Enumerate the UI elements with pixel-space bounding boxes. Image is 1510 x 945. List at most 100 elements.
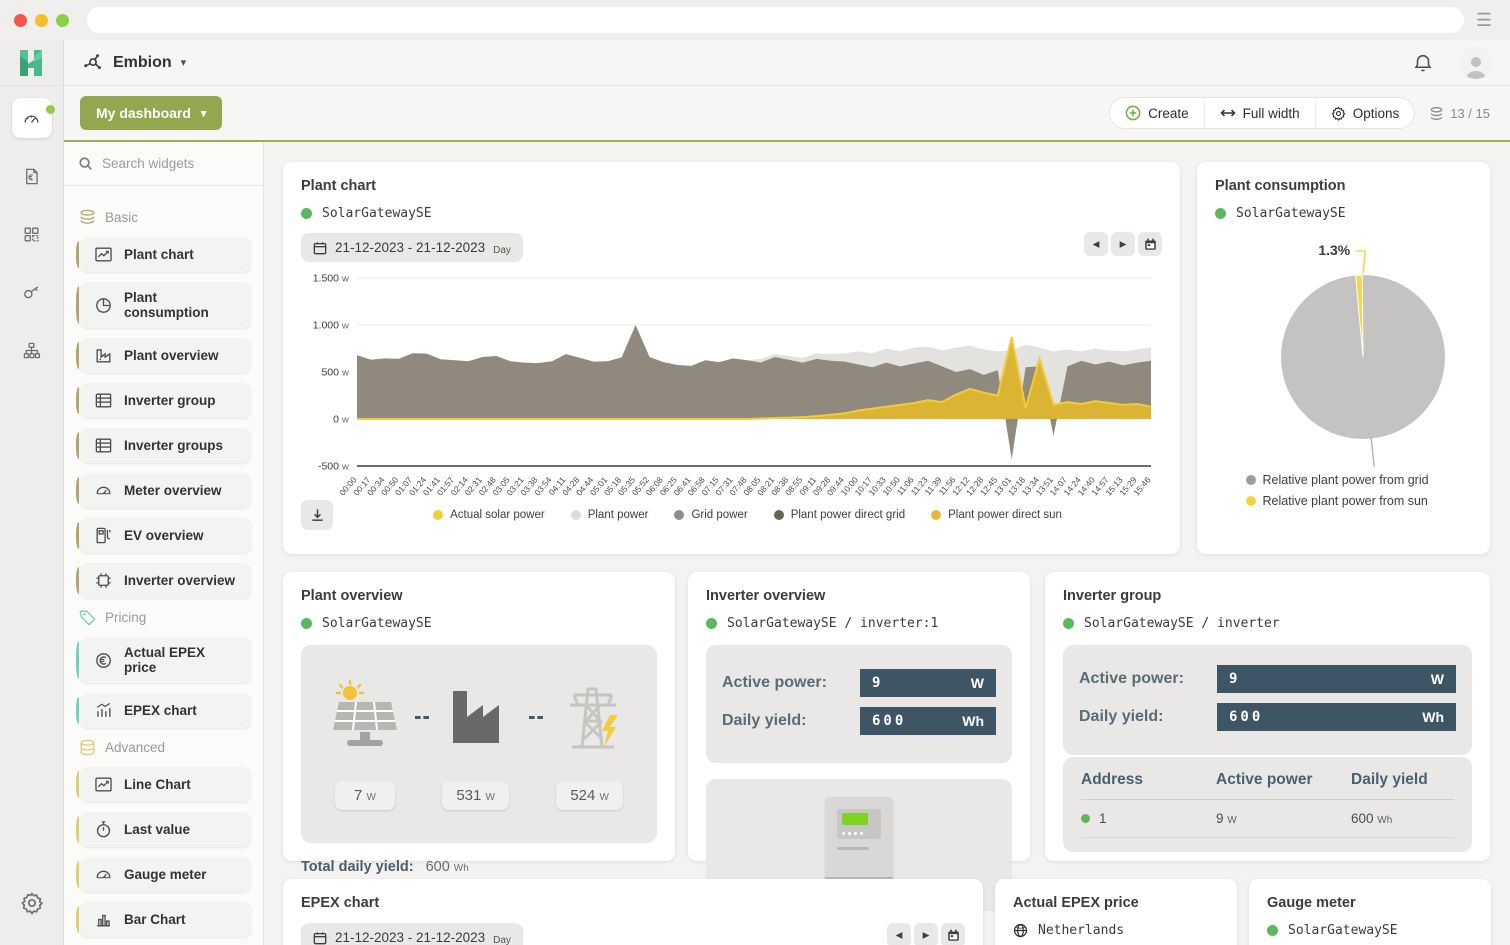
widgets-rail-item[interactable] <box>12 214 52 254</box>
legend-item-grid-power[interactable]: Grid power <box>674 509 747 521</box>
energy-flow-panel: 7 W531 W524 W <box>301 645 657 843</box>
legend-dot <box>774 510 784 520</box>
user-avatar[interactable] <box>1460 47 1492 79</box>
widget-title: Plant overview <box>301 588 657 604</box>
consumption-pie-chart[interactable]: 1.3% 98.7% <box>1215 221 1472 467</box>
date-range-picker[interactable]: 21-12-2023 - 21-12-2023 Day <box>301 923 523 945</box>
widget-library-item-ev-overview[interactable]: EV overview <box>80 518 251 553</box>
sitemap-rail-item[interactable] <box>12 330 52 370</box>
bars-icon <box>94 910 113 929</box>
power-value-badge: 531 W <box>442 781 509 810</box>
org-switcher[interactable]: Embion ▾ <box>82 52 186 74</box>
full-width-button[interactable]: Full width <box>1205 98 1316 128</box>
hamburger-icon[interactable]: ☰ <box>1472 11 1496 29</box>
widget-library-item-line-chart[interactable]: Line Chart <box>80 767 251 802</box>
status-dot <box>1081 814 1090 823</box>
drag-handle <box>76 342 82 369</box>
widget-library-item-inverter-group[interactable]: Inverter group <box>80 383 251 418</box>
prev-period-button[interactable]: ◂ <box>1084 232 1108 256</box>
legend-item-plant-power-direct-grid[interactable]: Plant power direct grid <box>774 509 905 521</box>
calendar-icon <box>313 241 327 255</box>
svg-text:0 W: 0 W <box>333 414 350 426</box>
address-bar[interactable] <box>87 7 1464 33</box>
widget-library-sidebar: BasicPlant chartPlant consumptionPlant o… <box>64 142 264 945</box>
value-display: 600Wh <box>1217 703 1456 731</box>
table-row: 19 W600 Wh <box>1081 800 1454 838</box>
widget-title: EPEX chart <box>301 895 965 911</box>
chart-up-icon <box>94 701 113 720</box>
widget-library-item-plant-consumption[interactable]: Plant consumption <box>80 282 251 328</box>
pylon-icon <box>549 681 637 753</box>
svg-text:1.3%: 1.3% <box>1318 242 1350 258</box>
legend-item-actual-solar-power[interactable]: Actual solar power <box>433 509 545 521</box>
download-chart-button[interactable] <box>301 500 333 530</box>
drag-handle <box>76 522 82 549</box>
drag-handle <box>76 387 82 414</box>
table-icon <box>94 391 113 410</box>
globe-icon <box>1013 923 1028 938</box>
dashboard-icon <box>22 109 41 128</box>
widget-library-item-meter-overview[interactable]: Meter overview <box>80 473 251 508</box>
network-icon <box>82 52 104 74</box>
svg-text:98.7%: 98.7% <box>1407 465 1447 467</box>
close-window-button[interactable] <box>14 14 27 27</box>
dashboard-selector-button[interactable]: My dashboard ▾ <box>80 96 222 130</box>
value-label: Daily yield: <box>722 712 850 730</box>
calendar-today-button[interactable] <box>941 923 965 945</box>
search-input[interactable] <box>102 156 242 171</box>
date-mode-label: Day <box>493 245 511 256</box>
plant-overview-widget: Plant overview SolarGatewaySE <box>283 572 675 861</box>
drag-handle <box>76 816 82 843</box>
maximize-window-button[interactable] <box>56 14 69 27</box>
inverter-value-row: Active power:9W <box>1079 665 1456 693</box>
invoice-icon <box>22 167 41 186</box>
app-header: Embion ▾ <box>64 40 1510 86</box>
minimize-window-button[interactable] <box>35 14 48 27</box>
app-logo[interactable] <box>0 40 63 86</box>
settings-rail-item[interactable] <box>12 883 52 923</box>
key-rail-item[interactable] <box>12 272 52 312</box>
widget-library-item-plant-chart[interactable]: Plant chart <box>80 237 251 272</box>
widget-library-item-gauge-meter[interactable]: Gauge meter <box>80 857 251 892</box>
section-header-pricing: Pricing <box>78 608 249 627</box>
legend-item-plant-power[interactable]: Plant power <box>571 509 649 521</box>
value-display: 600Wh <box>860 707 996 735</box>
dashboard-rail-item[interactable] <box>12 98 52 138</box>
calendar-today-button[interactable] <box>1138 232 1162 256</box>
plant-chart-plot[interactable]: 1.500 W1.000 W500 W0 W-500 W00:0000:1700… <box>301 266 1162 498</box>
table-icon <box>94 436 113 455</box>
create-button[interactable]: Create <box>1110 98 1205 128</box>
widget-library-item-actual-epex-price[interactable]: Actual EPEX price <box>80 637 251 683</box>
layers-icon <box>78 208 97 227</box>
date-range-picker[interactable]: 21-12-2023 - 21-12-2023 Day <box>301 233 523 262</box>
widget-library-item-inverter-groups[interactable]: Inverter groups <box>80 428 251 463</box>
status-dot <box>1267 925 1278 936</box>
bell-icon[interactable] <box>1412 52 1434 74</box>
options-label: Options <box>1353 106 1400 121</box>
table-header-address: Address <box>1081 771 1216 789</box>
next-period-button[interactable]: ▸ <box>914 923 938 945</box>
energy-flow-connector <box>415 716 429 719</box>
device-name: SolarGatewaySE / inverter <box>1084 616 1280 631</box>
next-period-button[interactable]: ▸ <box>1111 232 1135 256</box>
drag-handle <box>76 771 82 798</box>
legend-item-plant-power-direct-sun[interactable]: Plant power direct sun <box>931 509 1062 521</box>
inverter-values-panel: Active power:9WDaily yield:600Wh <box>1063 645 1472 755</box>
widget-library-item-epex-chart[interactable]: EPEX chart <box>80 693 251 728</box>
solar-panel-icon <box>321 680 409 754</box>
epex-chart-widget: EPEX chart 21-12-2023 - 21-12-2023 Day ◂… <box>283 879 983 945</box>
options-button[interactable]: Options <box>1316 98 1415 128</box>
legend-item-relative-plant-power-from-grid[interactable]: Relative plant power from grid <box>1246 473 1429 487</box>
dashboard-toolbar: My dashboard ▾ Create Full wid <box>64 86 1510 142</box>
widget-library-item-bar-chart[interactable]: Bar Chart <box>80 902 251 937</box>
widget-library-item-last-value[interactable]: Last value <box>80 812 251 847</box>
drag-handle <box>76 567 82 594</box>
widget-library-item-plant-overview[interactable]: Plant overview <box>80 338 251 373</box>
gauge-meter-widget: Gauge meter SolarGatewaySE <box>1249 879 1491 945</box>
energy-flow-connector <box>529 716 543 719</box>
invoice-rail-item[interactable] <box>12 156 52 196</box>
prev-period-button[interactable]: ◂ <box>887 923 911 945</box>
chevron-down-icon: ▾ <box>181 56 187 69</box>
legend-item-relative-plant-power-from-sun[interactable]: Relative plant power from sun <box>1246 494 1428 508</box>
widget-library-item-inverter-overview[interactable]: Inverter overview <box>80 563 251 598</box>
